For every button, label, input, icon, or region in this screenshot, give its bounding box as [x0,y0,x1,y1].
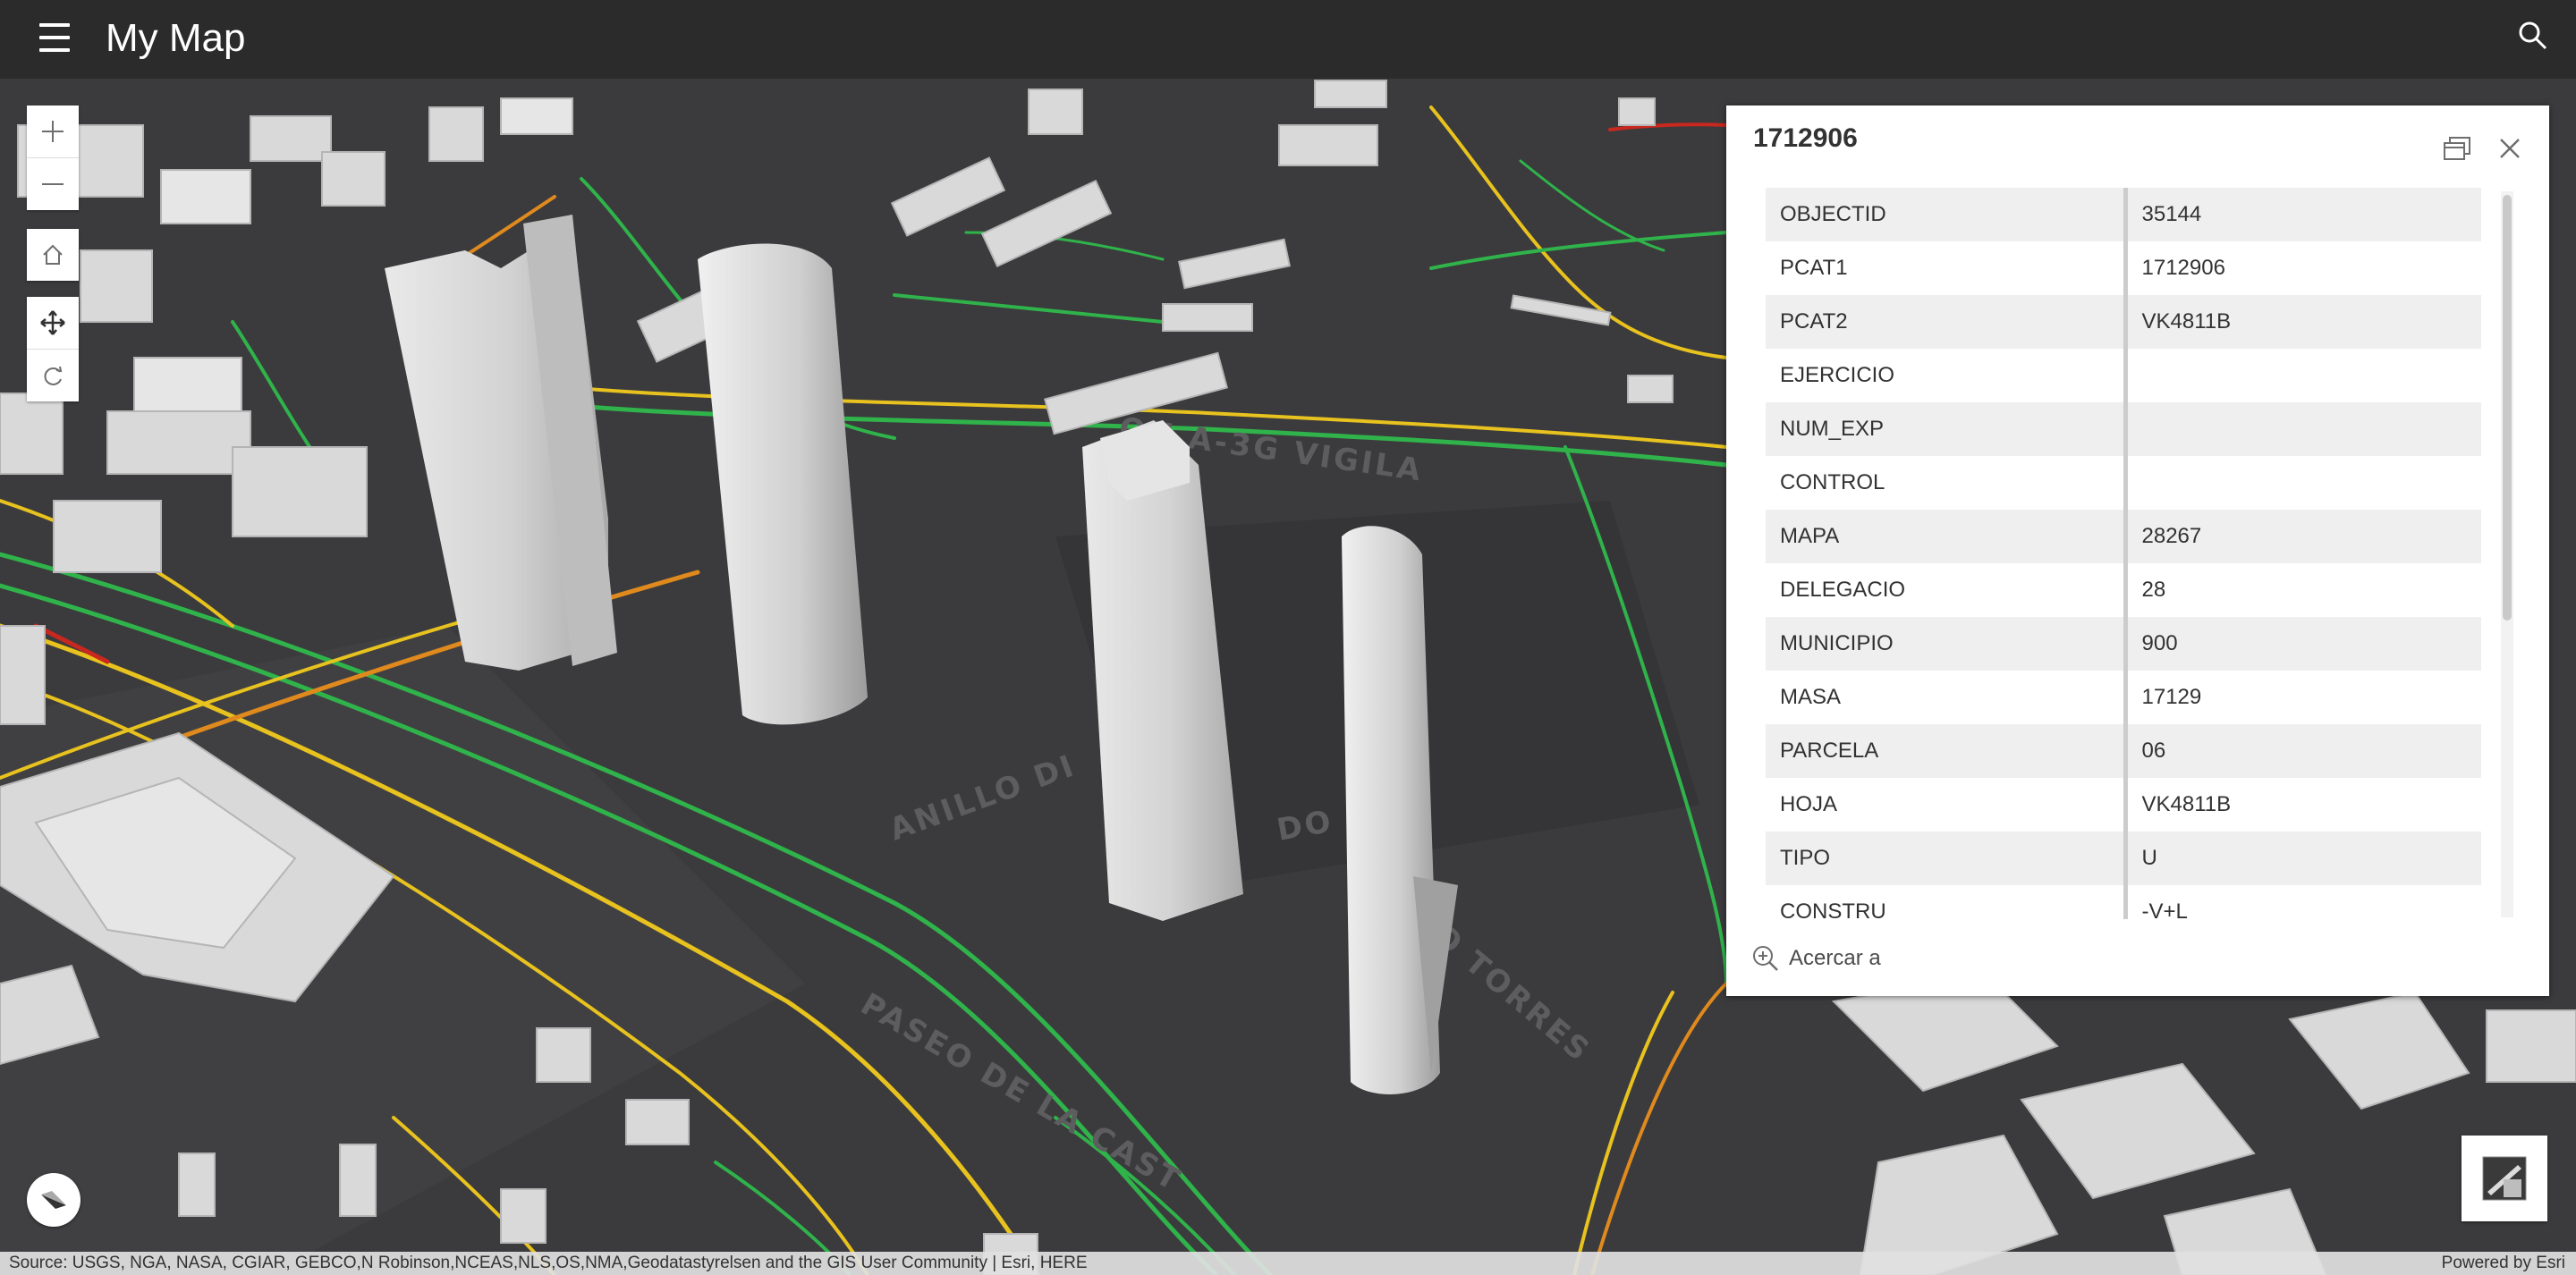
navigation-controls [27,297,79,401]
attribute-key: MUNICIPIO [1766,617,2128,671]
popup-scrollbar[interactable] [2501,191,2513,917]
attribute-value: 900 [2125,617,2481,671]
zoom-controls [27,106,79,210]
attribute-key: EJERCICIO [1766,349,2128,402]
zoom-to-label: Acercar a [1789,946,1881,970]
attribution-source: Source: USGS, NGA, NASA, CGIAR, GEBCO,N … [9,1254,1088,1272]
attribute-value: VK4811B [2125,295,2481,349]
attribute-key: DELEGACIO [1766,563,2128,617]
attribute-row: CONSTRU -V+L [1766,885,2481,919]
zoom-in-icon[interactable] [27,106,79,158]
attribute-key: HOJA [1766,778,2128,832]
attribute-value: 06 [2125,724,2481,778]
attribute-value: U [2125,832,2481,885]
attribute-row: NUM_EXP [1766,402,2481,456]
attribute-value: VK4811B [2141,792,2232,816]
zoom-to-icon [1753,946,1778,971]
attribute-key: PCAT2 [1766,295,2128,349]
map-view[interactable]: ANILLO DI DO R O TORRES PASEO DE LA CAST… [0,79,2576,1275]
attribute-row: PCAT2 VK4811B [1766,295,2481,349]
dock-icon[interactable] [2439,132,2475,168]
attribute-row: PARCELA 06 [1766,724,2481,778]
attribute-row: MASA 17129 [1766,671,2481,724]
compass-icon[interactable] [27,1173,80,1227]
zoom-out-icon[interactable] [27,158,79,210]
powered-by-esri[interactable]: Powered by Esri [2442,1252,2565,1275]
popup-title: 1712906 [1753,123,1858,153]
attribute-value: 17129 [2141,685,2202,709]
attribute-value: 35144 [2125,188,2481,241]
pan-icon[interactable] [27,297,79,350]
feature-popup: 1712906 OBJECTID 35144 PCAT1 1712906 PCAT2 VK… [1726,106,2549,996]
home-icon[interactable] [27,229,79,281]
attribute-key: CONTROL [1766,456,2128,510]
attribute-value: 28 [2141,578,2166,602]
attribution-bar: Source: USGS, NGA, NASA, CGIAR, GEBCO,N … [0,1252,2576,1275]
close-icon[interactable] [2492,131,2528,166]
menu-icon[interactable] [36,18,72,59]
attribute-row: PCAT1 1712906 [1766,241,2481,295]
attribute-value: -V+L [2141,899,2188,919]
attribute-key: OBJECTID [1766,188,2128,241]
attribute-row: DELEGACIO 28 [1766,563,2481,617]
basemap-icon [2482,1156,2527,1201]
attribute-key: NUM_EXP [1766,402,2128,456]
attribute-key: MAPA [1766,510,2128,563]
attribute-table: OBJECTID 35144 PCAT1 1712906 PCAT2 VK4811B EJE… [1766,188,2481,919]
basemap-toggle-button[interactable] [2462,1136,2547,1221]
attribute-row: TIPO U [1766,832,2481,885]
attribute-key: MASA [1766,671,2128,724]
attribute-value [2125,456,2481,510]
attribute-row: MAPA 28267 [1766,510,2481,563]
attribute-row: MUNICIPIO 900 [1766,617,2481,671]
attribute-value: 1712906 [2141,256,2225,280]
zoom-to-button[interactable]: Acercar a [1751,944,1881,973]
home-control [27,229,79,281]
attribute-table-container[interactable]: OBJECTID 35144 PCAT1 1712906 PCAT2 VK4811B EJE… [1766,188,2499,919]
attribute-key: TIPO [1766,832,2128,885]
app-title: My Map [106,16,246,60]
attribute-row: CONTROL [1766,456,2481,510]
rotate-icon[interactable] [27,350,79,401]
attribute-value [2125,349,2481,402]
app-header: My Map [0,0,2576,79]
attribute-row: EJERCICIO [1766,349,2481,402]
attribute-key: CONSTRU [1766,885,2128,919]
attribute-value [2125,402,2481,456]
attribute-row: OBJECTID 35144 [1766,188,2481,241]
attribute-value: 28267 [2125,510,2481,563]
search-icon[interactable] [2513,16,2553,55]
attribute-key: PCAT1 [1766,241,2128,295]
attribute-row: HOJA VK4811B [1766,778,2481,832]
attribute-key: PARCELA [1766,724,2128,778]
scrollbar-thumb[interactable] [2503,195,2512,621]
